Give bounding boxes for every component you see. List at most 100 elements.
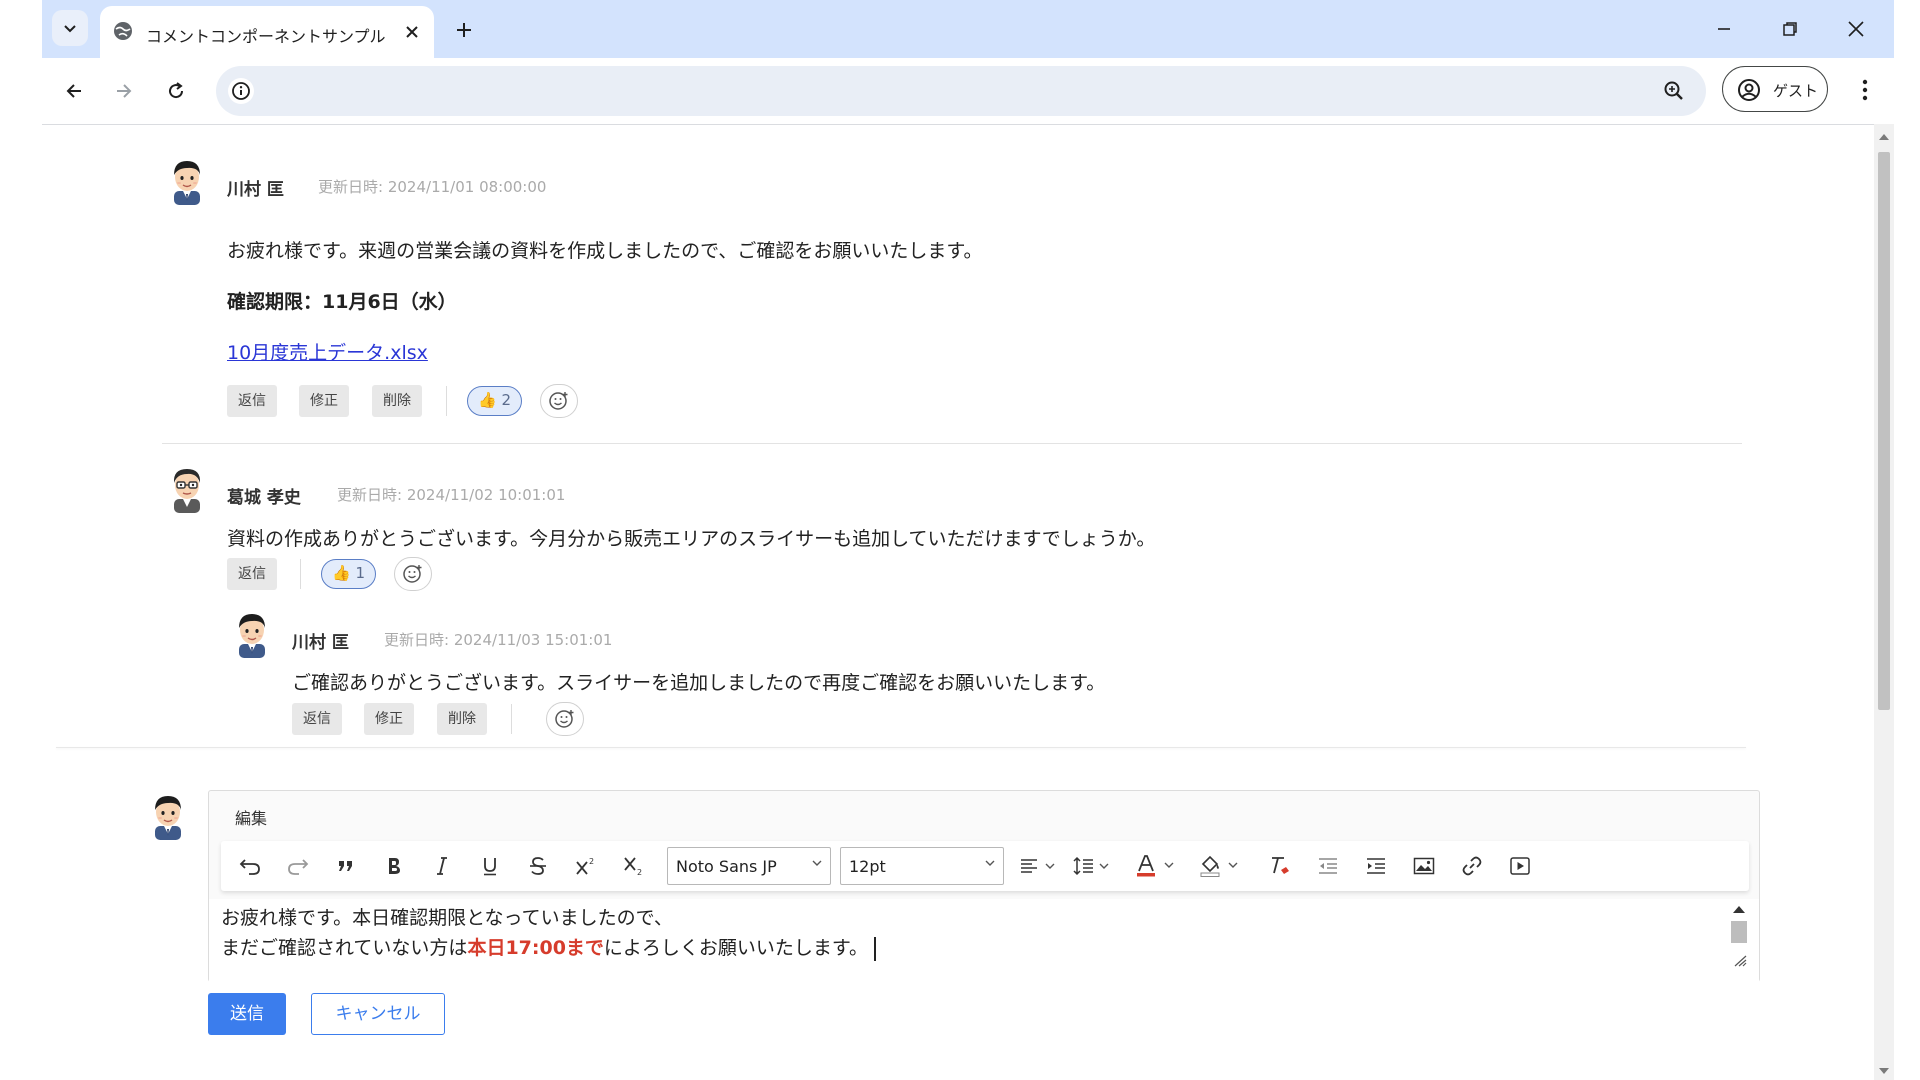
avatar <box>164 463 210 514</box>
superscript-button[interactable]: 2 <box>569 850 603 882</box>
thumbs-up-icon: 👍 <box>478 391 497 409</box>
add-reaction-button[interactable] <box>540 384 578 418</box>
thumbs-up-icon: 👍 <box>332 564 351 582</box>
reaction-count: 2 <box>501 391 512 409</box>
divider <box>300 559 301 589</box>
arrow-left-icon <box>66 84 81 98</box>
avatar <box>229 608 275 659</box>
text-color-button[interactable] <box>1133 850 1183 882</box>
font-family-select[interactable]: Noto Sans JP <box>667 847 831 885</box>
globe-icon <box>112 20 134 42</box>
insert-link-button[interactable] <box>1455 850 1489 882</box>
attachment-link[interactable]: 10月度売上データ.xlsx <box>227 338 428 365</box>
editor-scrollbar[interactable] <box>1729 903 1749 971</box>
line-height-icon <box>1073 856 1109 876</box>
menu-edit[interactable]: 編集 <box>235 805 267 829</box>
insert-image-button[interactable] <box>1407 850 1441 882</box>
underline-icon <box>484 858 496 876</box>
back-button[interactable] <box>56 73 92 109</box>
browser-menu-button[interactable] <box>1850 72 1880 108</box>
outdent-icon <box>1319 858 1337 874</box>
line-height-button[interactable] <box>1071 850 1115 882</box>
paint-bucket-icon <box>1200 855 1238 877</box>
address-bar[interactable] <box>216 66 1706 116</box>
active-tab[interactable]: コメントコンポーネントサンプル <box>100 6 434 58</box>
reload-button[interactable] <box>158 73 194 109</box>
smile-add-icon <box>549 392 568 410</box>
underline-button[interactable] <box>473 850 507 882</box>
comment-author: 川村 匡 <box>227 180 284 200</box>
undo-icon <box>239 859 260 875</box>
forward-button[interactable] <box>106 73 142 109</box>
submit-button[interactable]: 送信 <box>208 993 286 1035</box>
clear-format-icon <box>1272 857 1289 874</box>
close-tab-button[interactable] <box>400 20 424 44</box>
restore-button[interactable] <box>1770 12 1810 46</box>
page-scrollbar[interactable] <box>1874 124 1894 1080</box>
reply-button[interactable]: 返信 <box>292 703 342 735</box>
reply-button[interactable]: 返信 <box>227 385 277 417</box>
scrollbar-thumb[interactable] <box>1878 152 1890 710</box>
subscript-icon: 2 <box>624 857 642 876</box>
delete-button[interactable]: 削除 <box>372 385 422 417</box>
align-left-icon <box>1021 859 1055 873</box>
subscript-button[interactable]: 2 <box>617 850 651 882</box>
comment-updated-at: 更新日時: 2024/11/02 10:01:01 <box>337 486 566 504</box>
strikethrough-icon <box>530 857 546 875</box>
editor-line-1: お疲れ様です。本日確認期限となっていましたので、 <box>221 907 673 929</box>
cancel-button[interactable]: キャンセル <box>311 993 445 1035</box>
delete-button[interactable]: 削除 <box>437 703 487 735</box>
italic-icon <box>437 857 447 875</box>
text-color-icon <box>1137 855 1174 877</box>
indent-button[interactable] <box>1359 850 1393 882</box>
add-reaction-button[interactable] <box>394 557 432 591</box>
scrollbar-thumb[interactable] <box>1731 921 1747 943</box>
undo-button[interactable] <box>233 850 267 882</box>
indent-icon <box>1367 858 1385 874</box>
editor-text-area[interactable]: お疲れ様です。本日確認期限となっていましたので、 まだご確認されていない方は本日… <box>209 899 1759 983</box>
avatar <box>164 155 210 206</box>
minimize-button[interactable] <box>1704 12 1744 46</box>
comment-body: ご確認ありがとうございます。スライサーを追加しましたので再度ご確認をお願いいたし… <box>292 672 1106 694</box>
edit-button[interactable]: 修正 <box>364 703 414 735</box>
video-icon <box>1510 857 1530 875</box>
scroll-up-icon <box>1733 906 1745 913</box>
bold-button[interactable] <box>377 850 411 882</box>
blockquote-button[interactable] <box>329 850 363 882</box>
profile-button[interactable]: ゲスト <box>1722 66 1828 112</box>
edit-button[interactable]: 修正 <box>299 385 349 417</box>
comment-updated-at: 更新日時: 2024/11/03 15:01:01 <box>384 631 613 649</box>
comment-author: 川村 匡 <box>292 633 349 653</box>
divider <box>446 386 447 416</box>
text-caret <box>874 936 877 961</box>
strikethrough-button[interactable] <box>521 850 555 882</box>
insert-media-button[interactable] <box>1503 850 1537 882</box>
comment-updated-at: 更新日時: 2024/11/01 08:00:00 <box>318 178 547 196</box>
tab-search-button[interactable] <box>52 10 88 46</box>
font-size-select[interactable]: 12pt <box>840 847 1004 885</box>
reaction-thumbs-up[interactable]: 👍 2 <box>467 386 523 416</box>
site-info-button[interactable] <box>228 78 254 104</box>
redo-button[interactable] <box>281 850 315 882</box>
comment-author: 葛城 孝史 <box>227 488 301 508</box>
reaction-thumbs-up[interactable]: 👍 1 <box>321 559 377 589</box>
highlighted-text: 本日17:00まで <box>467 937 604 959</box>
comment-body: お疲れ様です。来週の営業会議の資料を作成しましたので、ご確認をお願いいたします。 <box>227 240 983 262</box>
smile-add-icon <box>555 710 574 728</box>
new-tab-button[interactable] <box>448 14 480 46</box>
close-window-button[interactable] <box>1836 12 1876 46</box>
editor-toolbar: 2 2 Noto Sans JP 12pt <box>221 841 1749 891</box>
reply-button[interactable]: 返信 <box>227 558 277 590</box>
info-icon <box>232 82 250 100</box>
clear-formatting-button[interactable] <box>1263 850 1297 882</box>
chevron-down-icon <box>64 25 76 33</box>
align-button[interactable] <box>1017 850 1061 882</box>
outdent-button[interactable] <box>1311 850 1345 882</box>
zoom-icon[interactable] <box>1662 79 1686 103</box>
highlight-color-button[interactable] <box>1197 850 1247 882</box>
section-divider <box>56 747 1746 748</box>
add-reaction-button[interactable] <box>546 702 584 736</box>
resize-handle-icon[interactable] <box>1733 955 1747 967</box>
italic-button[interactable] <box>425 850 459 882</box>
scroll-down-icon <box>1879 1068 1889 1074</box>
